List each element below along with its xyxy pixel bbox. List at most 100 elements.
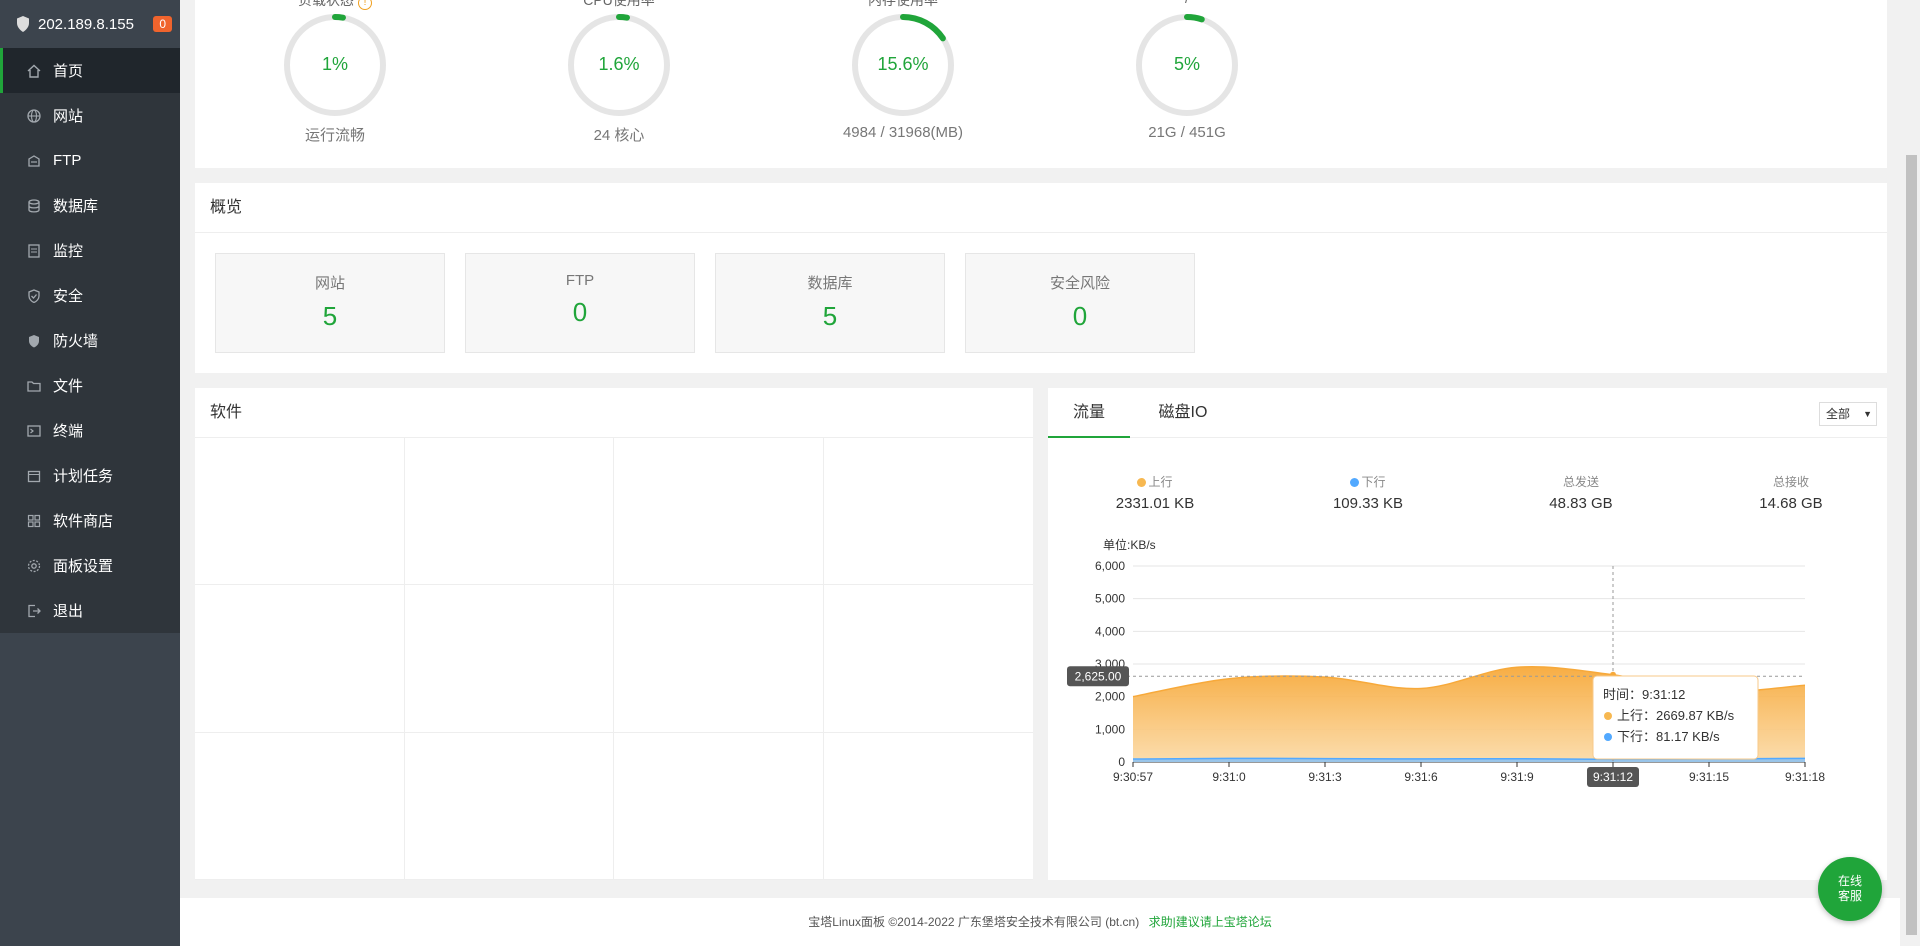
software-slot[interactable]: [195, 585, 405, 733]
traffic-stats: 上行 2331.01 KB 下行 109.33 KB 总发送 48.83 GB 总接收 14.…: [1048, 473, 1887, 523]
overview-box-1[interactable]: FTP 0: [465, 253, 695, 353]
gauge-title-text: CPU使用率: [583, 0, 655, 8]
traffic-stat-1: 下行 109.33 KB: [1268, 473, 1468, 512]
scrollbar-thumb[interactable]: [1906, 155, 1917, 935]
ftp-icon: [27, 154, 41, 168]
software-slot[interactable]: [195, 732, 405, 880]
gauge-subtitle: 4984 / 31968(MB): [842, 124, 964, 141]
software-slot[interactable]: [404, 438, 614, 586]
tooltip-down-label: 下行：: [1617, 729, 1656, 744]
tooltip-time-label: 时间：: [1603, 687, 1642, 702]
y-axis-label: 单位:KB/s: [1103, 537, 1156, 552]
home-icon: [27, 64, 41, 78]
tooltip-up: 上行：2669.87 KB/s: [1617, 708, 1735, 723]
tooltip-down: 下行：81.17 KB/s: [1617, 729, 1720, 744]
status-card: 负载状态! 1% 运行流畅 CPU使用率 1.6% 24 核心 内存使用率 15.6% 4984…: [195, 0, 1887, 168]
sidebar: 202.189.8.155 0 首页 网站 FTP 数据库 监控 安全 防火墙 文件 终端 计划任…: [0, 0, 180, 946]
x-tick-label: 9:31:0: [1212, 770, 1246, 784]
support-line1: 在线: [1837, 874, 1862, 888]
scrollbar[interactable]: [1903, 0, 1920, 946]
overview-count: 0: [1072, 301, 1088, 331]
stat-value: 14.68 GB: [1759, 495, 1823, 512]
sidebar-item-0[interactable]: 首页: [0, 48, 180, 93]
sidebar-item-3[interactable]: 数据库: [0, 183, 180, 228]
software-slot[interactable]: [614, 732, 824, 880]
sidebar-item-8[interactable]: 终端: [0, 408, 180, 453]
tab-disk-io[interactable]: 磁盘IO: [1142, 388, 1224, 438]
software-slot[interactable]: [823, 585, 1033, 733]
legend-dot: [1137, 478, 1147, 487]
y-tick-label: 2,000: [1095, 690, 1125, 704]
grid-icon: [27, 514, 41, 528]
sidebar-item-12[interactable]: 退出: [0, 588, 180, 633]
network-select[interactable]: 全部 ▼: [1819, 402, 1877, 426]
y-tick-label: 4,000: [1095, 624, 1125, 638]
x-tick-label: 9:30:57: [1113, 770, 1153, 784]
sidebar-item-4[interactable]: 监控: [0, 228, 180, 273]
settings-icon: [27, 559, 41, 573]
software-card: 软件: [195, 388, 1033, 880]
gauge-title-text: 负载状态: [298, 0, 354, 8]
gauge-title-text: 内存使用率: [868, 0, 938, 8]
stat-label-text: 下行: [1361, 475, 1386, 489]
tooltip-time-value: 9:31:12: [1642, 687, 1685, 702]
stat-label-text: 上行: [1148, 475, 1173, 489]
database-icon: [27, 198, 41, 213]
overview-box-0[interactable]: 网站 5: [215, 253, 445, 353]
gauge-value: 1.6%: [598, 54, 640, 74]
sidebar-item-label: 网站: [53, 108, 84, 125]
sidebar-item-1[interactable]: 网站: [0, 93, 180, 138]
gauge-title: CPU使用率: [534, 0, 704, 10]
tooltip-down-value: 81.17 KB/s: [1656, 729, 1720, 744]
sidebar-item-label: 首页: [53, 63, 84, 80]
overview-count: 5: [822, 301, 838, 331]
tab-traffic[interactable]: 流量: [1048, 388, 1130, 438]
overview-label: 网站: [314, 275, 345, 292]
sidebar-item-6[interactable]: 防火墙: [0, 318, 180, 363]
sidebar-item-label: 退出: [53, 603, 84, 620]
sidebar-item-7[interactable]: 文件: [0, 363, 180, 408]
x-tick-label: 9:31:9: [1500, 770, 1534, 784]
online-support-button[interactable]: 在线 客服: [1818, 857, 1882, 921]
sidebar-item-2[interactable]: FTP: [0, 138, 180, 183]
sidebar-item-label: 计划任务: [53, 468, 114, 485]
traffic-tabs: 流量 磁盘IO 全部 ▼: [1048, 388, 1887, 438]
footer-forum-link[interactable]: 求助|建议请上宝塔论坛: [1149, 915, 1272, 929]
sidebar-item-11[interactable]: 面板设置: [0, 543, 180, 588]
monitor-icon: [27, 243, 41, 258]
overview-box-3[interactable]: 安全风险 0: [965, 253, 1195, 353]
sidebar-item-5[interactable]: 安全: [0, 273, 180, 318]
overview-count: 0: [572, 297, 588, 327]
firewall-icon: [27, 334, 41, 348]
info-icon[interactable]: !: [358, 0, 372, 10]
software-title: 软件: [195, 388, 1033, 438]
sidebar-item-9[interactable]: 计划任务: [0, 453, 180, 498]
software-slot[interactable]: [404, 732, 614, 880]
tooltip-up-dot: [1604, 712, 1612, 720]
x-tick-label: 9:31:3: [1308, 770, 1342, 784]
stat-label: 上行: [1055, 473, 1255, 490]
software-slot[interactable]: [614, 585, 824, 733]
sidebar-item-10[interactable]: 软件商店: [0, 498, 180, 543]
notification-badge[interactable]: 0: [153, 16, 172, 32]
gauge-value: 5%: [1173, 54, 1200, 74]
software-slot[interactable]: [823, 733, 1033, 880]
y-tick-label: 1,000: [1095, 722, 1125, 736]
stat-label: 下行: [1268, 473, 1468, 490]
gauge-value: 1%: [321, 54, 348, 74]
gauge-title: /: [1102, 0, 1272, 6]
software-slot[interactable]: [614, 438, 824, 586]
logout-icon: [27, 604, 41, 618]
software-slot[interactable]: [823, 438, 1033, 586]
overview-count: 5: [322, 301, 338, 331]
traffic-card: 流量 磁盘IO 全部 ▼ 上行 2331.01 KB 下行 109.33 KB 总发送 48…: [1048, 388, 1887, 880]
sidebar-item-label: FTP: [53, 152, 82, 169]
software-slot[interactable]: [195, 438, 405, 586]
gauge-title-text: /: [1185, 0, 1189, 6]
shield-icon: [17, 16, 29, 32]
overview-box-2[interactable]: 数据库 5: [715, 253, 945, 353]
software-slot[interactable]: [404, 585, 614, 733]
x-tick-label: 9:31:15: [1689, 770, 1729, 784]
y-tick-label: 6,000: [1095, 559, 1125, 573]
gauge-title: 内存使用率: [818, 0, 988, 10]
